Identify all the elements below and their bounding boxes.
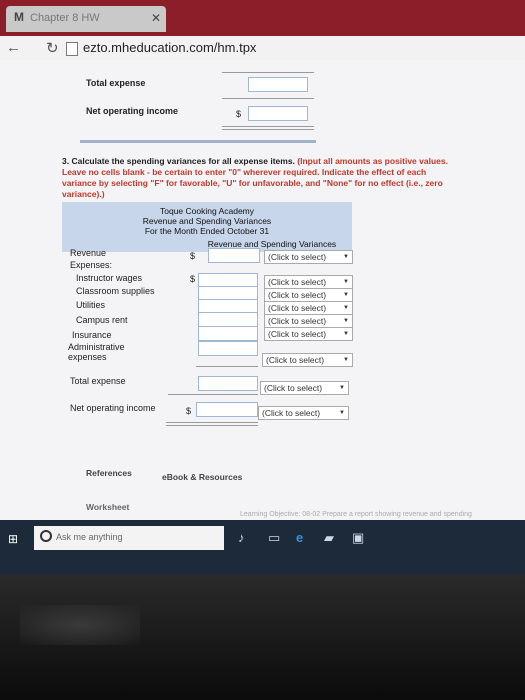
divider (222, 126, 314, 127)
dropdown-arrow-icon: ▼ (343, 331, 349, 337)
mcgraw-hill-favicon-icon: M (14, 10, 24, 24)
divider (168, 394, 258, 395)
dropdown-arrow-icon: ▼ (339, 410, 345, 416)
insurance-effect-select[interactable]: (Click to select) ▼ (264, 327, 353, 341)
currency-symbol: $ (190, 274, 196, 284)
task-view-icon[interactable]: ▭ (268, 530, 280, 546)
references-link[interactable]: References (86, 468, 132, 478)
campus-rent-effect-select[interactable]: (Click to select) ▼ (264, 314, 353, 328)
back-arrow-icon[interactable]: ← (6, 39, 21, 56)
report-title: Revenue and Spending Variances (142, 216, 272, 226)
expenses-label: Expenses: (70, 260, 113, 270)
currency-symbol: $ (236, 109, 242, 119)
report-period: For the Month Ended October 31 (144, 226, 270, 236)
divider (222, 72, 314, 73)
administrative-expenses-effect-select[interactable]: (Click to select) ▼ (262, 353, 353, 367)
question-instructions: 3. Calculate the spending variances for … (62, 156, 462, 200)
total-expense-input[interactable] (198, 376, 258, 391)
dropdown-arrow-icon: ▼ (343, 254, 349, 260)
worksheet-tab[interactable]: Worksheet (86, 502, 129, 512)
revenue-label: Revenue (70, 248, 107, 258)
close-icon[interactable]: ✕ (151, 11, 161, 25)
file-explorer-icon[interactable]: ▰ (324, 530, 334, 546)
homework-page: Total expense Net operating income $ 3. … (0, 60, 525, 535)
campus-rent-label: Campus rent (76, 315, 128, 325)
insurance-input[interactable] (198, 326, 258, 341)
section-separator (80, 140, 316, 143)
prev-net-operating-income-input[interactable] (248, 106, 308, 121)
instructor-wages-effect-select[interactable]: (Click to select) ▼ (264, 275, 353, 289)
ebook-resources-link[interactable]: eBook & Resources (162, 472, 242, 482)
monitor-screen: M Chapter 8 HW ✕ ← ↻ ezto.mheducation.co… (0, 0, 525, 575)
cortana-circle-icon (40, 530, 52, 542)
microphone-icon[interactable]: ♪ (238, 530, 245, 545)
url-text[interactable]: ezto.mheducation.com/hm.tpx (83, 40, 256, 55)
cortana-search-box[interactable]: Ask me anything (34, 526, 224, 550)
monitor-bezel (0, 575, 525, 700)
edge-browser-icon[interactable]: e (296, 530, 303, 545)
search-placeholder: Ask me anything (56, 532, 123, 542)
prev-total-expense-input[interactable] (248, 77, 308, 92)
page-icon (66, 42, 78, 56)
question-text: Calculate the spending variances for all… (71, 156, 295, 166)
report-header: Toque Cooking Academy Revenue and Spendi… (62, 202, 352, 252)
administrative-expenses-input[interactable] (198, 341, 258, 356)
divider (166, 422, 258, 423)
classroom-supplies-effect-select[interactable]: (Click to select) ▼ (264, 288, 353, 302)
taskbar: ⊞ Ask me anything ♪ ▭ e ▰ ▣ (0, 520, 525, 575)
browser-tab[interactable]: M Chapter 8 HW ✕ (6, 6, 166, 32)
dropdown-arrow-icon: ▼ (343, 292, 349, 298)
total-expense-effect-select[interactable]: (Click to select) ▼ (260, 381, 349, 395)
bezel-glare (20, 605, 140, 645)
reload-icon[interactable]: ↻ (46, 39, 59, 57)
tab-title: Chapter 8 HW (30, 12, 100, 24)
administrative-expenses-label: Administrative expenses (68, 342, 125, 362)
currency-symbol: $ (190, 251, 196, 261)
instructor-wages-label: Instructor wages (76, 273, 143, 283)
divider (222, 129, 314, 130)
revenue-effect-select[interactable]: (Click to select) ▼ (264, 250, 353, 264)
dropdown-arrow-icon: ▼ (343, 318, 349, 324)
utilities-effect-select[interactable]: (Click to select) ▼ (264, 301, 353, 315)
address-bar: ← ↻ ezto.mheducation.com/hm.tpx (0, 36, 525, 61)
windows-start-icon[interactable]: ⊞ (8, 532, 18, 546)
net-operating-income-label: Net operating income (70, 403, 156, 413)
question-number: 3. (62, 156, 70, 166)
prev-net-operating-income-label: Net operating income (86, 106, 179, 116)
utilities-label: Utilities (76, 300, 106, 310)
prev-total-expense-label: Total expense (86, 78, 146, 88)
net-operating-income-input[interactable] (196, 402, 258, 417)
dropdown-arrow-icon: ▼ (343, 357, 349, 363)
browser-tab-bar: M Chapter 8 HW ✕ (0, 0, 525, 36)
store-icon[interactable]: ▣ (352, 530, 364, 546)
dropdown-arrow-icon: ▼ (343, 279, 349, 285)
divider (166, 425, 258, 426)
dropdown-arrow-icon: ▼ (343, 305, 349, 311)
dropdown-arrow-icon: ▼ (339, 385, 345, 391)
divider (196, 366, 258, 367)
revenue-variance-input[interactable] (208, 248, 260, 263)
total-expense-label: Total expense (70, 376, 126, 386)
divider (222, 98, 314, 99)
campus-rent-input[interactable] (198, 312, 258, 327)
currency-symbol: $ (186, 406, 192, 416)
company-name: Toque Cooking Academy (159, 206, 255, 216)
insurance-label: Insurance (72, 330, 112, 340)
learning-objective-text: Learning Objective: 08-02 Prepare a repo… (240, 511, 472, 518)
classroom-supplies-label: Classroom supplies (76, 286, 155, 296)
net-operating-income-effect-select[interactable]: (Click to select) ▼ (258, 406, 349, 420)
